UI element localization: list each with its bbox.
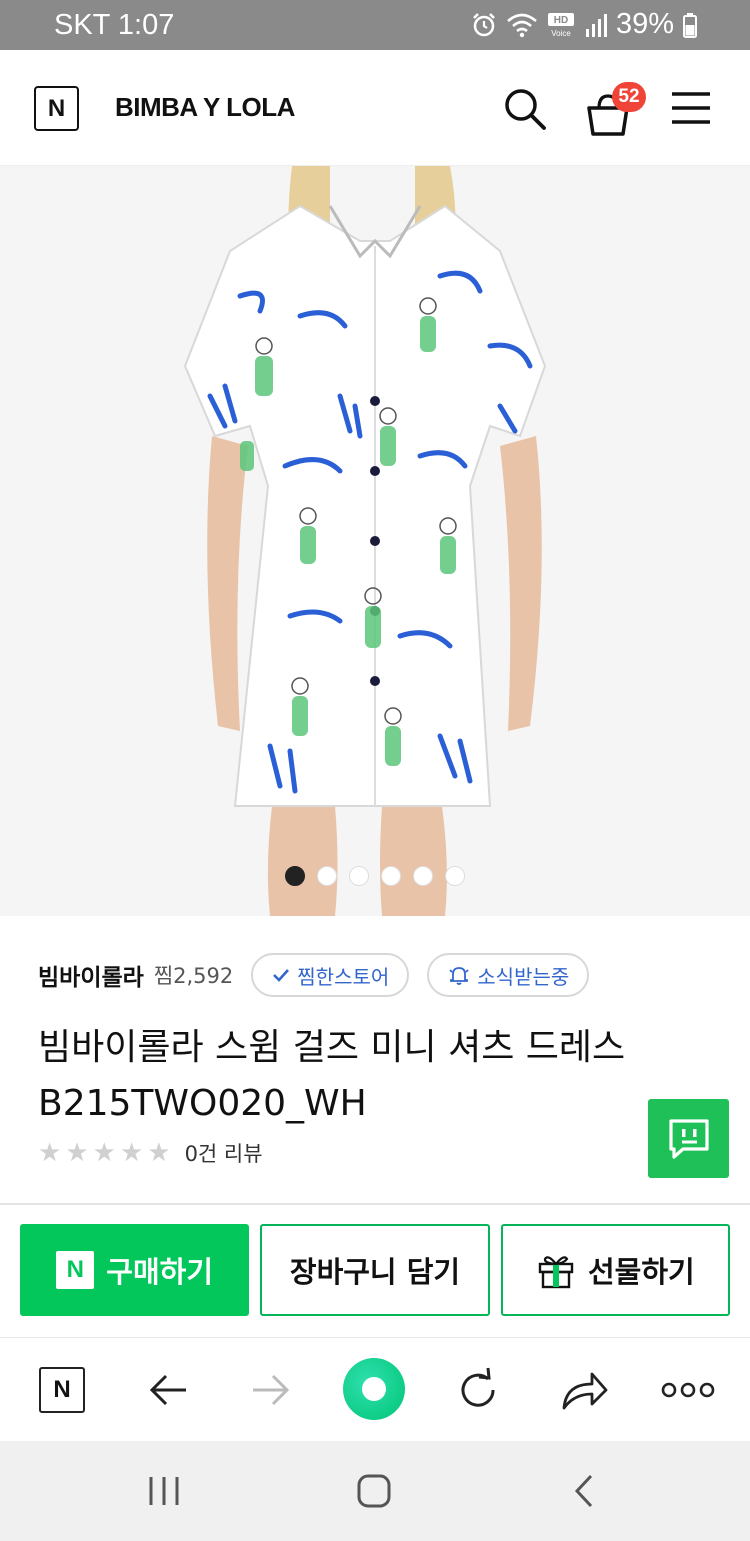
product-title: 빔바이롤라 스윔 걸즈 미니 셔츠 드레스 B215TWO020_WH [38, 1020, 698, 1132]
naver-pay-logo: N [56, 1251, 95, 1289]
signal-icon [585, 13, 607, 37]
bell-icon [449, 967, 469, 985]
chat-bubble-icon [668, 1118, 709, 1159]
carousel-dot[interactable] [445, 866, 465, 886]
store-header: N BIMBA Y LOLA 52 [0, 50, 750, 166]
hamburger-menu-icon [672, 92, 710, 124]
system-back-button[interactable] [554, 1471, 614, 1511]
share-button[interactable] [556, 1362, 612, 1418]
battery-percent: 39% [615, 8, 674, 40]
recent-apps-icon [149, 1477, 179, 1505]
chat-button[interactable] [648, 1099, 729, 1178]
more-dots-icon [661, 1382, 715, 1398]
star-icon: ★ [119, 1138, 144, 1168]
product-title-line1: 빔바이롤라 스윔 걸즈 미니 셔츠 드레스 [38, 1027, 626, 1068]
back-button[interactable] [140, 1362, 196, 1418]
svg-text:HD: HD [554, 15, 568, 26]
battery-icon [683, 12, 697, 38]
purchase-actions: N 구매하기 장바구니 담기 선물하기 [20, 1224, 730, 1316]
menu-button[interactable] [670, 90, 712, 126]
star-icon: ★ [65, 1138, 89, 1168]
more-button[interactable] [660, 1362, 716, 1418]
subscribed-button[interactable]: 소식받는중 [427, 953, 590, 997]
cart-count-badge: 52 [612, 82, 646, 112]
svg-text:Voice: Voice [551, 29, 571, 38]
divider [0, 1203, 750, 1205]
home-button[interactable] [344, 1471, 404, 1511]
green-dot-button[interactable] [343, 1358, 405, 1420]
star-icon: ★ [147, 1138, 171, 1168]
carousel-dot[interactable] [381, 866, 401, 886]
rating-stars: ★ ★ ★ ★ ★ [38, 1138, 171, 1168]
gift-label: 선물하기 [587, 1255, 695, 1289]
carousel-dot[interactable] [285, 866, 305, 886]
buy-label: 구매하기 [106, 1255, 214, 1289]
star-icon: ★ [92, 1138, 116, 1168]
wifi-icon [507, 13, 537, 37]
alarm-icon [473, 12, 495, 36]
review-count: 0건 리뷰 [184, 1142, 263, 1166]
recent-apps-button[interactable] [134, 1471, 194, 1511]
gift-icon [538, 1256, 574, 1289]
subscribed-label: 소식받는중 [477, 964, 570, 989]
carousel-dot[interactable] [317, 866, 337, 886]
arrow-left-icon [149, 1374, 186, 1406]
store-likes-count: 찜2,592 [153, 964, 234, 988]
search-icon [505, 89, 546, 130]
gift-button[interactable]: 선물하기 [500, 1224, 730, 1316]
carousel-dot[interactable] [413, 866, 433, 886]
forward-button[interactable] [243, 1362, 299, 1418]
liked-store-button[interactable]: 찜한스토어 [251, 953, 410, 997]
rating-row[interactable]: ★ ★ ★ ★ ★ 0건 리뷰 [38, 1138, 263, 1168]
product-title-line2: B215TWO020_WH [38, 1083, 367, 1124]
add-to-cart-button[interactable]: 장바구니 담기 [260, 1224, 490, 1316]
naver-logo-button[interactable]: N [34, 86, 79, 131]
buy-button[interactable]: N 구매하기 [20, 1224, 250, 1316]
browser-home-button[interactable]: N [34, 1362, 90, 1418]
search-button[interactable] [502, 86, 548, 132]
product-image-carousel[interactable] [0, 166, 750, 916]
store-name[interactable]: 빔바이롤라 [38, 958, 144, 992]
naver-home-icon: N [39, 1367, 85, 1413]
arrow-right-icon [253, 1374, 290, 1406]
refresh-icon [461, 1367, 495, 1407]
status-icons: HD Voice 39% [470, 8, 698, 41]
store-info-row: 빔바이롤라 찜2,592 찜한스토어 소식받는중 [38, 952, 590, 998]
checkmark-icon [273, 969, 290, 982]
brand-name[interactable]: BIMBA Y LOLA [115, 92, 295, 123]
liked-store-label: 찜한스토어 [297, 964, 390, 989]
status-bar: SKT 1:07 HD Voice 39% [0, 0, 750, 50]
cart-button[interactable]: 52 [585, 82, 647, 138]
carousel-dot[interactable] [349, 866, 369, 886]
share-arrow-icon [562, 1372, 608, 1410]
browser-toolbar: N [0, 1337, 750, 1441]
android-nav-bar [0, 1441, 750, 1541]
star-icon: ★ [38, 1138, 62, 1168]
refresh-button[interactable] [450, 1362, 506, 1418]
add-to-cart-label: 장바구니 담기 [289, 1255, 461, 1289]
status-time: SKT 1:07 [54, 9, 175, 41]
chevron-left-icon [574, 1474, 593, 1508]
home-icon [357, 1474, 391, 1508]
hd-voice-icon: HD Voice [547, 12, 574, 38]
product-photo-dress [0, 166, 750, 916]
carousel-dots [0, 866, 750, 886]
